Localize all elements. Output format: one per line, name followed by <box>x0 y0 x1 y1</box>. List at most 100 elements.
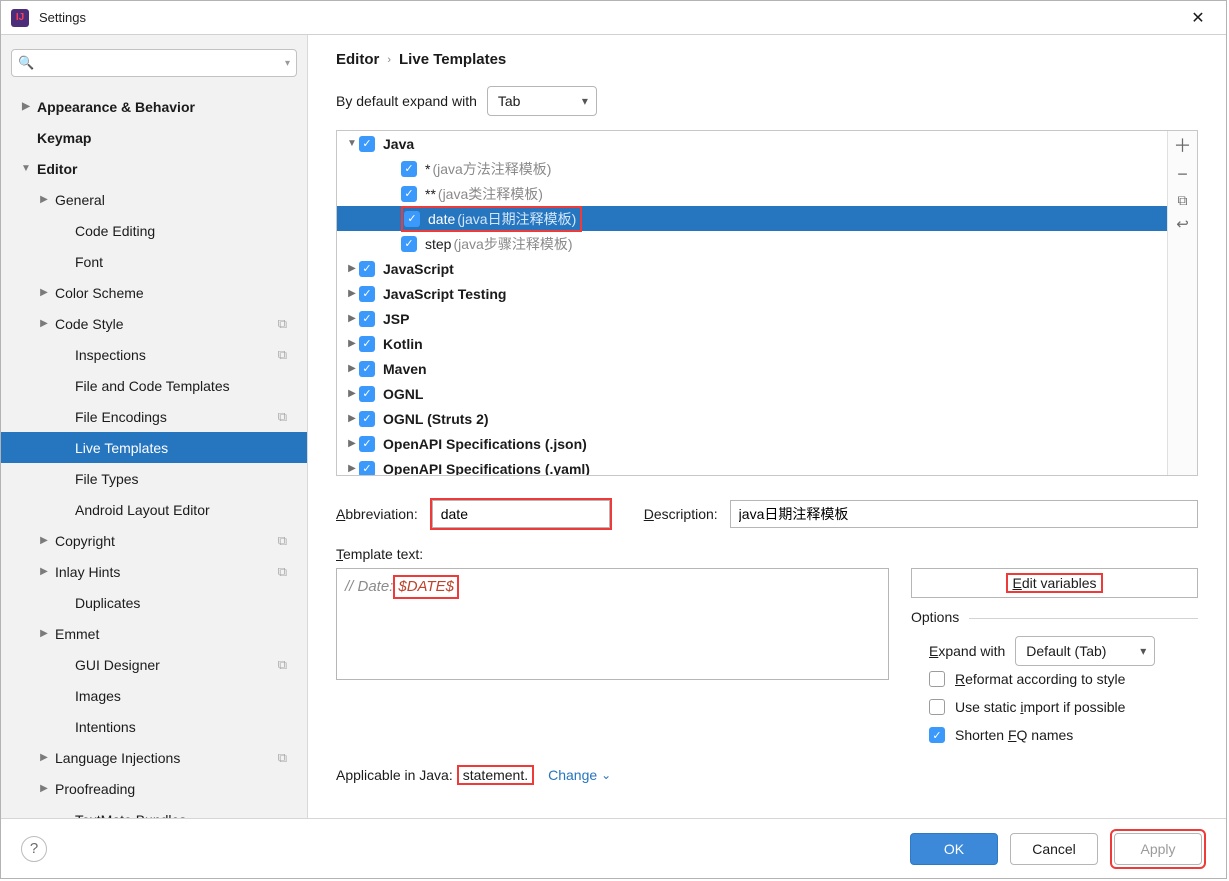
template-checkbox[interactable] <box>359 136 375 152</box>
arrow-icon: ▶ <box>345 438 359 449</box>
breadcrumb-root[interactable]: Editor <box>336 51 379 68</box>
template-item[interactable]: * (java方法注释模板) <box>337 156 1167 181</box>
sidebar-item[interactable]: Inspections⧉ <box>1 339 307 370</box>
template-checkbox[interactable] <box>359 286 375 302</box>
default-expand-select[interactable]: Tab <box>487 86 597 116</box>
sidebar-item[interactable]: ▶Language Injections⧉ <box>1 742 307 773</box>
edit-variables-button[interactable]: Edit variables <box>911 568 1198 598</box>
reformat-checkbox[interactable] <box>929 671 945 687</box>
template-checkbox[interactable] <box>359 311 375 327</box>
sidebar-item[interactable]: File and Code Templates <box>1 370 307 401</box>
template-checkbox[interactable] <box>404 211 420 227</box>
close-icon[interactable]: ✕ <box>1180 4 1216 32</box>
settings-search[interactable]: 🔍 ▾ <box>11 49 297 77</box>
template-label: JSP <box>383 311 409 327</box>
copy-icon[interactable]: ⧉ <box>1178 193 1188 207</box>
expand-with-select[interactable]: Default (Tab) <box>1015 636 1155 666</box>
templates-list: ▼Java* (java方法注释模板)** (java类注释模板)date (j… <box>336 130 1198 476</box>
template-item[interactable]: ▼Java <box>337 131 1167 156</box>
template-item[interactable]: ▶JavaScript Testing <box>337 281 1167 306</box>
template-item[interactable]: ** (java类注释模板) <box>337 181 1167 206</box>
template-label: ** <box>425 186 436 202</box>
sidebar-item-label: Emmet <box>55 626 99 642</box>
sidebar-item[interactable]: Intentions <box>1 711 307 742</box>
template-item[interactable]: ▶OGNL (Struts 2) <box>337 406 1167 431</box>
template-item[interactable]: ▶Kotlin <box>337 331 1167 356</box>
sidebar-item[interactable]: ▶Appearance & Behavior <box>1 91 307 122</box>
template-checkbox[interactable] <box>359 261 375 277</box>
sidebar-item-label: Color Scheme <box>55 285 144 301</box>
sidebar-item[interactable]: ▶Code Style⧉ <box>1 308 307 339</box>
apply-button[interactable]: Apply <box>1114 833 1202 865</box>
templates-scroll[interactable]: ▼Java* (java方法注释模板)** (java类注释模板)date (j… <box>337 131 1167 475</box>
sidebar-item[interactable]: ▶Copyright⧉ <box>1 525 307 556</box>
template-item[interactable]: date (java日期注释模板) <box>337 206 1167 231</box>
arrow-icon: ▶ <box>37 566 51 577</box>
default-expand-value: Tab <box>498 93 521 109</box>
sidebar-item[interactable]: Duplicates <box>1 587 307 618</box>
sidebar-item[interactable]: ▶General <box>1 184 307 215</box>
template-checkbox[interactable] <box>401 186 417 202</box>
shorten-fq-checkbox[interactable] <box>929 727 945 743</box>
content-panel: Editor › Live Templates By default expan… <box>308 35 1226 818</box>
cancel-button[interactable]: Cancel <box>1010 833 1098 865</box>
template-item[interactable]: ▶OpenAPI Specifications (.json) <box>337 431 1167 456</box>
sidebar-item[interactable]: TextMate Bundles <box>1 804 307 818</box>
sidebar-item[interactable]: Android Layout Editor <box>1 494 307 525</box>
abbreviation-input[interactable] <box>432 500 610 528</box>
sidebar-item-label: Code Style <box>55 316 123 332</box>
template-label: * <box>425 161 430 177</box>
arrow-icon: ▶ <box>37 752 51 763</box>
sidebar-item-label: Editor <box>37 161 77 177</box>
arrow-icon: ▼ <box>19 163 33 174</box>
template-checkbox[interactable] <box>359 386 375 402</box>
abbreviation-label: Abbreviation: <box>336 506 418 522</box>
static-import-checkbox[interactable] <box>929 699 945 715</box>
sidebar-item[interactable]: File Encodings⧉ <box>1 401 307 432</box>
template-item[interactable]: ▶Maven <box>337 356 1167 381</box>
undo-icon[interactable]: ↩ <box>1176 217 1189 232</box>
template-item[interactable]: ▶OpenAPI Specifications (.yaml) <box>337 456 1167 475</box>
template-checkbox[interactable] <box>359 461 375 476</box>
template-text-area[interactable]: // Date:$DATE$ <box>336 568 889 680</box>
template-checkbox[interactable] <box>401 161 417 177</box>
sidebar-item-label: Copyright <box>55 533 115 549</box>
template-item[interactable]: step (java步骤注释模板) <box>337 231 1167 256</box>
template-item[interactable]: ▶OGNL <box>337 381 1167 406</box>
sidebar-item[interactable]: Code Editing <box>1 215 307 246</box>
sidebar-item[interactable]: Live Templates <box>1 432 307 463</box>
breadcrumb: Editor › Live Templates <box>336 51 1198 68</box>
sidebar-item[interactable]: ▶Emmet <box>1 618 307 649</box>
settings-tree[interactable]: ▶Appearance & BehaviorKeymap ▼ Editor ▶Gene… <box>1 85 307 818</box>
description-input[interactable] <box>730 500 1198 528</box>
sidebar-item[interactable]: Images <box>1 680 307 711</box>
ok-button[interactable]: OK <box>910 833 998 865</box>
template-checkbox[interactable] <box>359 336 375 352</box>
sidebar-item[interactable]: ▶Inlay Hints⧉ <box>1 556 307 587</box>
sidebar-item[interactable]: ▼ Editor <box>1 153 307 184</box>
template-item[interactable]: ▶JavaScript <box>337 256 1167 281</box>
sidebar-item[interactable]: ▶Color Scheme <box>1 277 307 308</box>
sidebar-item-label: Inspections <box>75 347 146 363</box>
sidebar-item[interactable]: Keymap <box>1 122 307 153</box>
add-icon[interactable]: ＋ <box>1174 137 1192 155</box>
template-checkbox[interactable] <box>359 436 375 452</box>
sidebar-item-label: Inlay Hints <box>55 564 120 580</box>
help-icon[interactable]: ? <box>21 836 47 862</box>
search-input[interactable] <box>38 55 285 72</box>
template-checkbox[interactable] <box>359 411 375 427</box>
template-label: JavaScript Testing <box>383 286 506 302</box>
template-item[interactable]: ▶JSP <box>337 306 1167 331</box>
template-checkbox[interactable] <box>359 361 375 377</box>
template-description: (java日期注释模板) <box>457 209 576 229</box>
sidebar-item-label: Proofreading <box>55 781 135 797</box>
options-legend: Options <box>911 609 969 625</box>
sidebar-item[interactable]: Font <box>1 246 307 277</box>
template-checkbox[interactable] <box>401 236 417 252</box>
sidebar-item[interactable]: File Types <box>1 463 307 494</box>
remove-icon[interactable]: − <box>1177 165 1188 183</box>
sidebar-item[interactable]: GUI Designer⧉ <box>1 649 307 680</box>
change-context-link[interactable]: Change <box>548 767 611 783</box>
sidebar-item[interactable]: ▶Proofreading <box>1 773 307 804</box>
arrow-icon: ▶ <box>345 413 359 424</box>
